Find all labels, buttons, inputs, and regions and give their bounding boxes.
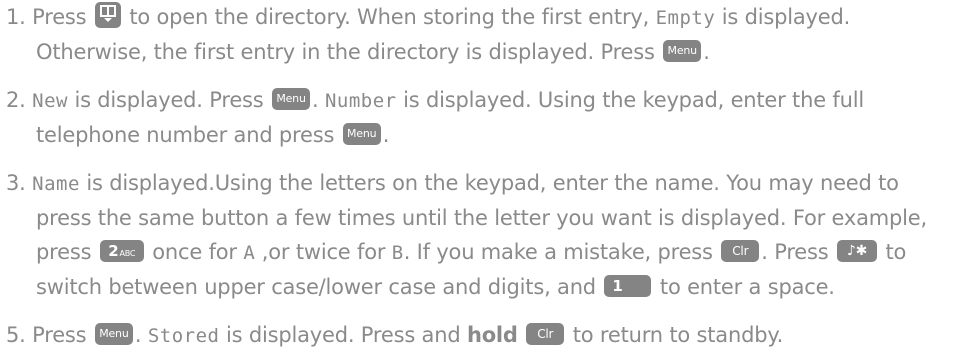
step-3-line-3: press 2ABC once for A ,or twice for B. I…: [36, 240, 907, 264]
step-3: 3. Name is displayed.Using the letters o…: [6, 166, 966, 304]
step-1-line-1: 1. Press to open the directory. When sto…: [6, 0, 966, 35]
menu-key: Menu: [272, 88, 311, 110]
lcd-text-stored: Stored: [147, 325, 220, 347]
step-5: 5. Press Menu. Stored is displayed. Pres…: [6, 318, 966, 353]
step-3-line-2: press the same button a few times until …: [36, 206, 927, 230]
lcd-text-number: Number: [324, 90, 397, 112]
lcd-letter-b: B: [391, 242, 404, 264]
step-2-line-2: telephone number and press Menu.: [36, 123, 390, 147]
clear-key: Clr: [721, 240, 760, 262]
lcd-text-new: New: [32, 90, 68, 112]
lcd-text-empty: Empty: [655, 7, 716, 29]
step-number: 1.: [6, 5, 26, 29]
step-number: 5.: [6, 323, 26, 347]
directory-key: [94, 2, 121, 28]
lcd-letter-a: A: [243, 242, 256, 264]
step-5-line-1: 5. Press Menu. Stored is displayed. Pres…: [6, 323, 784, 347]
step-number: 2.: [6, 88, 26, 112]
step-3-line-4: switch between upper case/lower case and…: [36, 275, 835, 299]
step-number: 3.: [6, 171, 26, 195]
step-1: 1. Press to open the directory. When sto…: [6, 0, 966, 69]
key-2-abc: 2ABC: [99, 240, 144, 262]
lcd-text-name: Name: [32, 173, 80, 195]
step-3-line-1: 3. Name is displayed.Using the letters o…: [6, 171, 899, 195]
star-key: ♪✱: [837, 240, 877, 262]
emphasis-hold: hold: [466, 323, 518, 347]
instruction-document: 1. Press to open the directory. When sto…: [0, 0, 975, 352]
step-2-line-1: 2. New is displayed. Press Menu. Number …: [6, 88, 864, 112]
directory-book-icon: [99, 5, 116, 22]
step-2: 2. New is displayed. Press Menu. Number …: [6, 83, 966, 152]
clear-key: Clr: [526, 323, 565, 345]
step-1-line-2: Otherwise, the first entry in the direct…: [36, 40, 710, 64]
key-1: 1: [604, 275, 652, 297]
menu-key: Menu: [663, 40, 702, 62]
menu-key: Menu: [342, 123, 381, 145]
menu-key: Menu: [94, 323, 133, 345]
